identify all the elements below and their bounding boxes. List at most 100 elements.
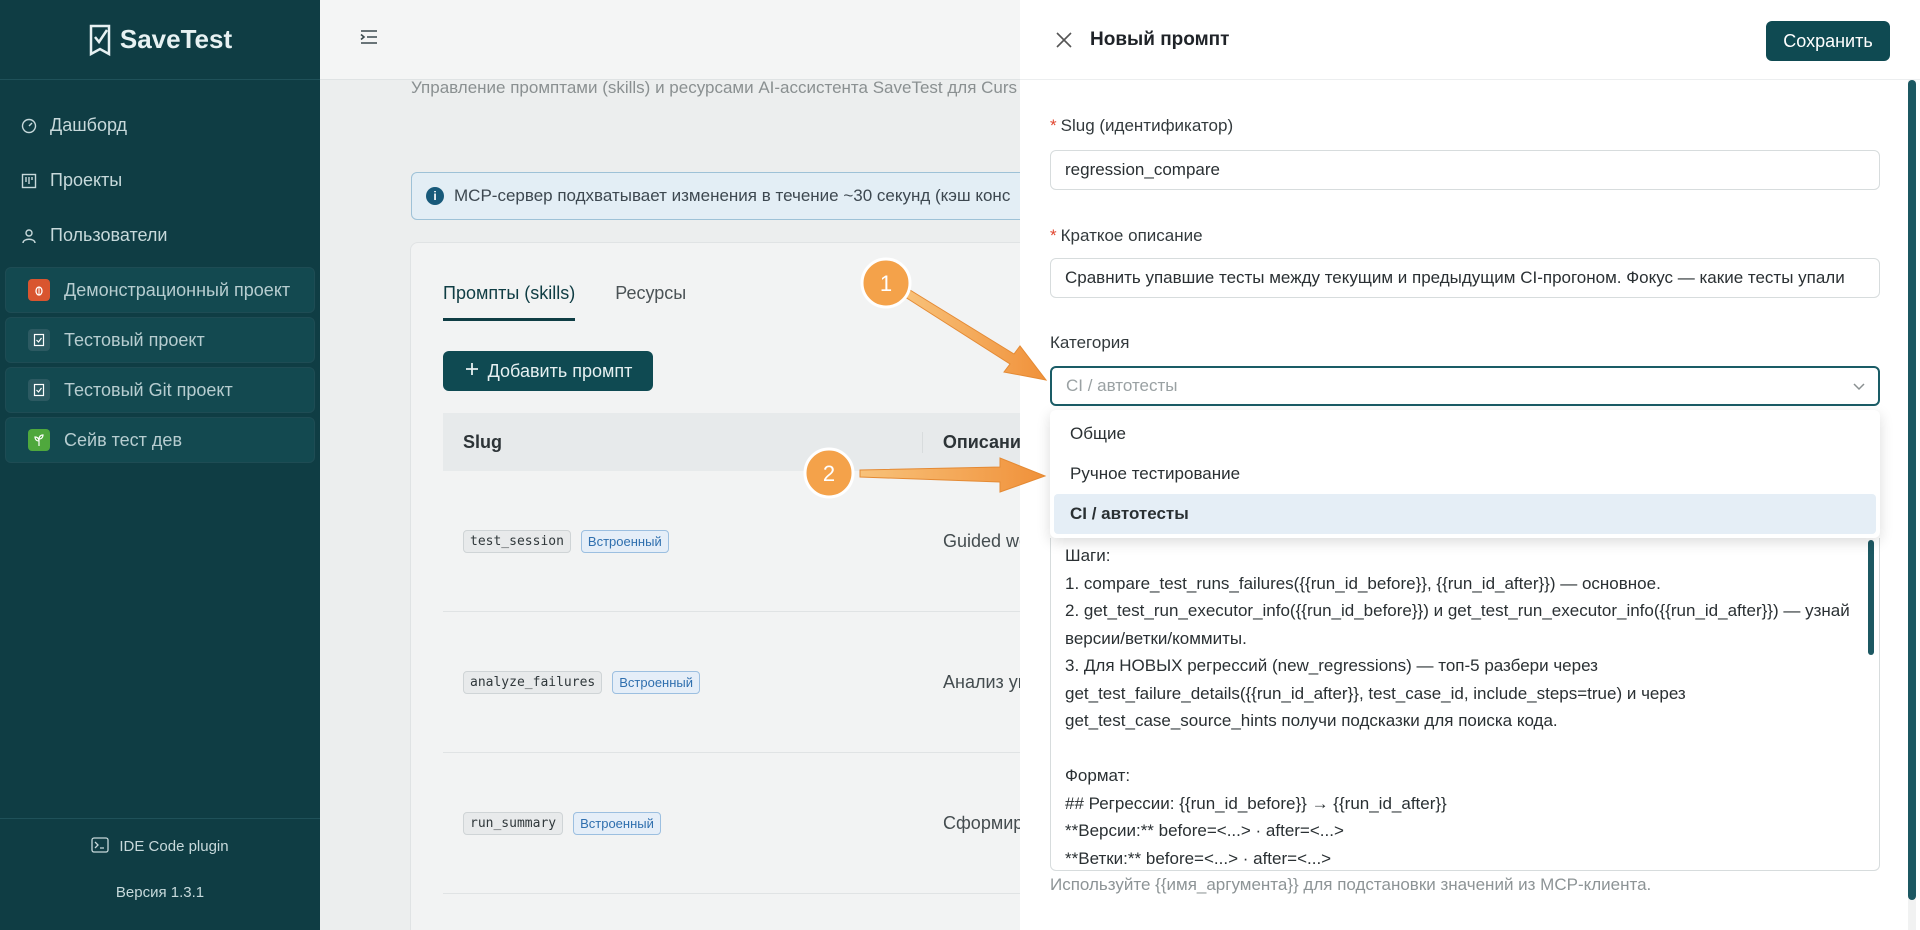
nav-label: Проекты xyxy=(50,170,123,190)
dashboard-icon xyxy=(20,117,38,135)
terminal-icon xyxy=(91,836,110,857)
chevron-down-icon xyxy=(1852,378,1866,398)
body-line: **Ветки:** before=<...> · after=<...> xyxy=(1065,848,1332,868)
short-description-input[interactable]: Сравнить упавшие тесты между текущим и п… xyxy=(1050,258,1880,298)
body-line: ## Регрессии: {{run_id_before}} → {{run_… xyxy=(1065,793,1447,813)
required-asterisk: * xyxy=(1050,226,1057,245)
nav-label: Пользователи xyxy=(50,225,168,245)
topbar xyxy=(320,0,1020,80)
nav-label: Дашборд xyxy=(50,115,128,135)
description-cell: Guided wo xyxy=(943,530,1023,551)
short-description-label-text: Краткое описание xyxy=(1060,226,1203,245)
main-nav: Дашборд Проекты Пользователи xyxy=(0,80,320,263)
builtin-badge: Встроенный xyxy=(580,529,669,553)
plus-icon xyxy=(464,361,480,382)
slug-code: run_summary xyxy=(463,811,564,835)
prompts-card: Промпты (skills) Ресурсы Добавить промпт… xyxy=(410,242,1031,930)
nav-item-dashboard[interactable]: Дашборд xyxy=(0,98,320,153)
nav-item-users[interactable]: Пользователи xyxy=(0,208,320,263)
category-select[interactable]: CI / автотесты xyxy=(1050,366,1880,406)
logo[interactable]: SaveTest xyxy=(0,0,320,80)
drawer-scrollbar[interactable] xyxy=(1908,80,1916,900)
textarea-scrollbar[interactable] xyxy=(1868,540,1874,655)
user-icon xyxy=(20,227,38,245)
checklist-icon xyxy=(28,329,50,351)
table-header: Slug Описание xyxy=(443,413,1031,471)
logo-icon xyxy=(89,24,111,56)
info-banner: i MCP-сервер подхватывает изменения в те… xyxy=(411,172,1031,220)
template-hint: Используйте {{имя_аргумента}} для подста… xyxy=(1050,875,1652,894)
slug-code: test_session xyxy=(463,529,571,553)
slug-label-text: Slug (идентификатор) xyxy=(1060,116,1234,135)
body-line: 3. Для НОВЫХ регрессий (new_regressions)… xyxy=(1065,656,1598,675)
category-option[interactable]: Общие xyxy=(1050,414,1880,454)
project-item[interactable]: Демонстрационный проект xyxy=(5,267,315,313)
slug-cell: test_session Встроенный xyxy=(443,529,923,553)
slug-cell: analyze_failures Встроенный xyxy=(443,670,923,694)
drawer-title: Новый промпт xyxy=(1090,28,1230,50)
column-header-slug[interactable]: Slug xyxy=(443,431,923,453)
column-header-description[interactable]: Описание xyxy=(923,432,1031,453)
table-row[interactable]: analyze_failures Встроенный Анализ уп xyxy=(443,612,1031,753)
body-line: Шаги: xyxy=(1065,546,1111,565)
project-item[interactable]: Тестовый Git проект xyxy=(5,367,315,413)
description-cell: Сформиро xyxy=(943,812,1023,833)
body-line: **Версии:** before=<...> · after=<...> xyxy=(1065,821,1344,840)
builtin-badge: Встроенный xyxy=(612,670,701,694)
category-dropdown: Общие Ручное тестирование CI / автотесты xyxy=(1050,410,1880,538)
body-line: 1. compare_test_runs_failures({{run_id_b… xyxy=(1065,573,1661,593)
body-line: 2. get_test_run_executor_info({{run_id_b… xyxy=(1065,601,1850,620)
project-label: Тестовый проект xyxy=(64,329,205,350)
sidebar-footer: IDE Code plugin Версия 1.3.1 xyxy=(0,818,320,901)
main-content: Управление промптами (skills) и ресурсам… xyxy=(320,0,1031,930)
required-asterisk: * xyxy=(1050,116,1057,135)
sidebar: SaveTest Дашборд Проекты Пользователи Де… xyxy=(0,0,320,930)
plant-icon xyxy=(28,429,50,451)
project-label: Тестовый Git проект xyxy=(64,379,233,400)
category-option-selected[interactable]: CI / автотесты xyxy=(1054,494,1876,534)
menu-collapse-icon[interactable] xyxy=(360,29,378,50)
body-line: get_test_failure_details({{run_id_after}… xyxy=(1065,683,1686,703)
add-prompt-label: Добавить промпт xyxy=(487,360,633,381)
short-description-label: * Краткое описание xyxy=(1050,226,1203,246)
tab-resources[interactable]: Ресурсы xyxy=(615,283,686,321)
close-icon[interactable] xyxy=(1052,28,1076,52)
category-label: Категория xyxy=(1050,333,1130,352)
prompt-body-textarea[interactable]: Шаги: 1. compare_test_runs_failures({{ru… xyxy=(1050,538,1880,871)
slug-cell: run_summary Встроенный xyxy=(443,811,923,835)
tabs: Промпты (skills) Ресурсы xyxy=(443,283,686,321)
new-prompt-drawer: Новый промпт Сохранить * Slug (идентифика… xyxy=(1020,0,1920,930)
table-row[interactable]: test_session Встроенный Guided wo xyxy=(443,471,1031,612)
slug-input[interactable]: regression_compare xyxy=(1050,150,1880,190)
slug-code: analyze_failures xyxy=(463,670,603,694)
body-line: версии/ветки/коммиты. xyxy=(1065,628,1247,648)
project-item[interactable]: Тестовый проект xyxy=(5,317,315,363)
body-line: Формат: xyxy=(1065,766,1131,785)
save-button[interactable]: Сохранить xyxy=(1766,21,1890,61)
category-option[interactable]: Ручное тестирование xyxy=(1050,454,1880,494)
projects-icon xyxy=(20,172,38,190)
drawer-header: Новый промпт Сохранить xyxy=(1020,0,1920,80)
info-icon: i xyxy=(426,187,444,205)
nav-item-projects[interactable]: Проекты xyxy=(0,153,320,208)
project-label: Сейв тест дев xyxy=(64,429,183,450)
builtin-badge: Встроенный xyxy=(573,811,661,835)
ide-plugin-link[interactable]: IDE Code plugin xyxy=(0,819,320,874)
bug-icon xyxy=(28,279,50,301)
add-prompt-button[interactable]: Добавить промпт xyxy=(443,351,653,391)
category-placeholder: CI / автотесты xyxy=(1066,376,1178,395)
app-name: SaveTest xyxy=(119,24,233,54)
checklist-icon xyxy=(28,379,50,401)
project-item[interactable]: Сейв тест дев xyxy=(5,417,315,463)
table-row[interactable]: run_summary Встроенный Сформиро xyxy=(443,753,1031,894)
body-line: get_test_case_source_hints получи подска… xyxy=(1065,711,1558,730)
info-banner-text: MCP-сервер подхватывает изменения в тече… xyxy=(454,186,1011,205)
project-list: Демонстрационный проект Тестовый проект … xyxy=(0,267,320,463)
tab-prompts[interactable]: Промпты (skills) xyxy=(443,283,576,321)
page-subtitle: Управление промптами (skills) и ресурсам… xyxy=(411,78,1018,97)
description-cell: Анализ уп xyxy=(943,671,1023,692)
version-text: Версия 1.3.1 xyxy=(115,884,205,901)
body-line xyxy=(1065,735,1865,763)
plugin-label: IDE Code plugin xyxy=(119,838,229,855)
project-label: Демонстрационный проект xyxy=(64,279,291,300)
